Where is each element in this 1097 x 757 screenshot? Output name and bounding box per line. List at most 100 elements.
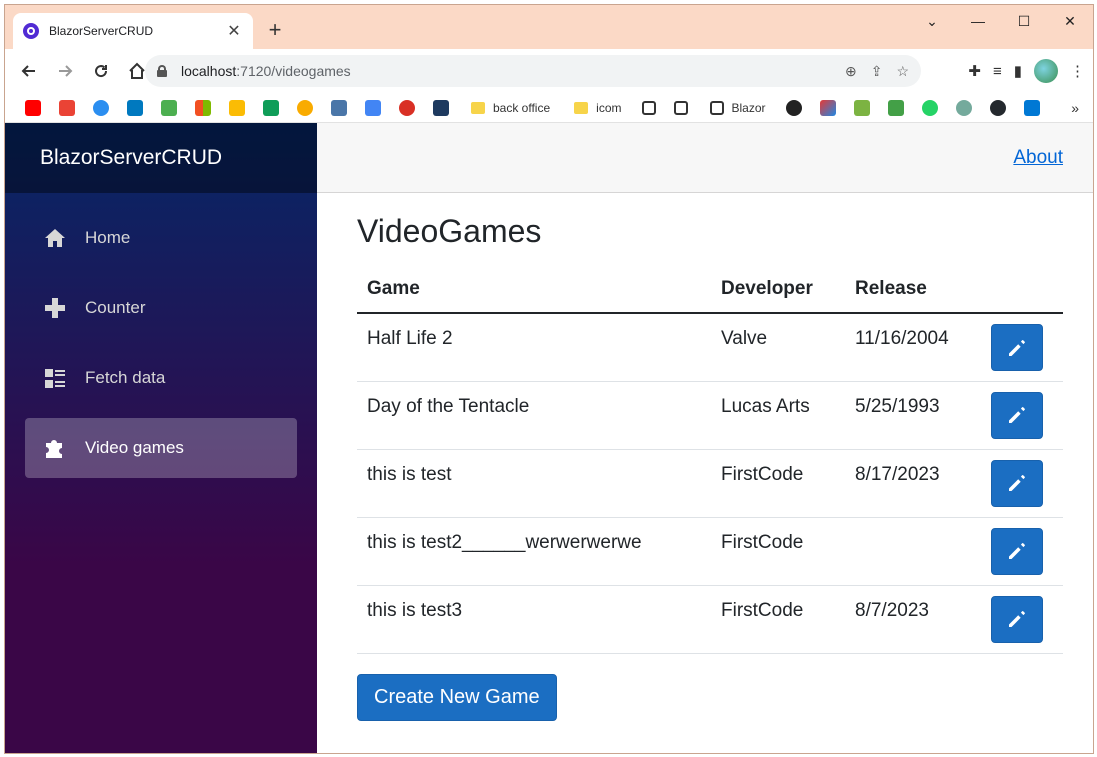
share-icon[interactable]: ⇪	[871, 63, 883, 80]
brand-title: BlazorServerCRUD	[40, 146, 223, 169]
whatsapp-icon[interactable]	[921, 99, 938, 116]
table-row: this is test3 FirstCode 8/7/2023	[357, 585, 1063, 654]
bookmark-red-icon[interactable]	[399, 99, 415, 116]
folder-icon	[471, 101, 485, 114]
bookmark-blue-icon[interactable]	[1023, 99, 1040, 116]
cell-actions	[971, 585, 1063, 654]
browser-tab[interactable]: BlazorServerCRUD ✕	[13, 13, 253, 49]
edit-button[interactable]	[991, 595, 1043, 643]
bookmark-image-icon[interactable]	[819, 99, 836, 116]
nav-item-label: Video games	[85, 438, 184, 457]
cell-developer: FirstCode	[711, 517, 845, 586]
translate-icon[interactable]	[365, 99, 381, 116]
bookmark-m-icon[interactable]	[641, 100, 656, 115]
cell-game: this is test	[357, 449, 711, 518]
omnibox-actions: ⊕ ⇪ ☆	[845, 63, 909, 80]
bookmarks-bar: back office icom Blazor »	[5, 93, 1093, 123]
close-window-button[interactable]: ✕	[1047, 5, 1093, 37]
edit-button[interactable]	[991, 391, 1043, 439]
tab-close-icon[interactable]: ✕	[225, 21, 243, 41]
navbar-brand[interactable]: BlazorServerCRUD	[5, 123, 317, 193]
nav-item-label: Home	[85, 228, 131, 247]
bookmark-blazor[interactable]: Blazor	[709, 100, 766, 115]
nav-item-home[interactable]: Home	[25, 208, 297, 268]
nav-item-fetch-data[interactable]: Fetch data	[25, 348, 297, 408]
bookmark-folder-back-office[interactable]: back office	[471, 101, 550, 115]
edit-button[interactable]	[991, 459, 1043, 507]
bookmark-green-icon[interactable]	[887, 99, 904, 116]
w3schools-icon[interactable]	[161, 99, 177, 116]
cell-release: 8/17/2023	[845, 449, 971, 518]
chatgpt-icon[interactable]	[955, 99, 972, 116]
url-host: localhost	[181, 63, 237, 79]
create-new-game-button[interactable]: Create New Game	[357, 673, 557, 721]
github-icon[interactable]	[989, 99, 1006, 116]
table-header-row: Game Developer Release	[357, 270, 1063, 314]
zoom-icon[interactable]: ⊕	[845, 63, 857, 80]
nav-item-video-games[interactable]: Video games	[25, 418, 297, 478]
puzzle-icon	[43, 436, 67, 460]
cell-game: this is test3	[357, 585, 711, 654]
table-row: this is test FirstCode 8/17/2023	[357, 449, 1063, 518]
more-bookmarks-icon[interactable]: »	[1071, 100, 1079, 116]
colab-icon[interactable]	[297, 99, 313, 116]
gmail-icon[interactable]	[59, 99, 75, 116]
pencil-icon	[1009, 611, 1025, 627]
column-header-actions	[971, 270, 1063, 314]
edit-button[interactable]	[991, 324, 1043, 371]
column-header-game: Game	[357, 270, 711, 314]
cell-developer: Lucas Arts	[711, 381, 845, 450]
bookmark-dark-icon[interactable]	[433, 99, 449, 116]
page-content: VideoGames Game Developer Release Half L…	[317, 193, 1093, 721]
cell-actions	[971, 517, 1063, 586]
menu-icon[interactable]: ⋮	[1070, 62, 1085, 80]
bookmark-folder-label: back office	[493, 100, 551, 115]
cell-game: Day of the Tentacle	[357, 381, 711, 450]
minimize-button[interactable]: —	[955, 5, 1001, 37]
address-bar[interactable]: localhost:7120/videogames ⊕ ⇪ ☆	[145, 55, 921, 87]
lock-icon	[157, 65, 167, 77]
pencil-icon	[1009, 407, 1025, 423]
pencil-icon	[1009, 339, 1025, 356]
google-drive-icon[interactable]	[229, 99, 245, 116]
profile-avatar[interactable]	[1034, 59, 1058, 83]
page-title: VideoGames	[357, 213, 542, 249]
media-icon[interactable]: ≡	[993, 63, 1002, 80]
bookmark-star-icon[interactable]: ☆	[896, 63, 909, 80]
side-panel-icon[interactable]: ▮	[1014, 62, 1022, 80]
maximize-button[interactable]: ☐	[1001, 5, 1047, 37]
trello-icon[interactable]	[127, 99, 143, 116]
cell-game: this is test2______werwerwerwe	[357, 517, 711, 586]
about-link[interactable]: About	[1013, 147, 1063, 169]
new-tab-button[interactable]: +	[263, 19, 287, 43]
table-row: Day of the Tentacle Lucas Arts 5/25/1993	[357, 381, 1063, 450]
bookmark-m-icon[interactable]	[673, 100, 688, 115]
back-button[interactable]	[13, 55, 45, 87]
forward-button[interactable]	[49, 55, 81, 87]
browser-window: BlazorServerCRUD ✕ + ⌄ — ☐ ✕ localhost:7…	[4, 4, 1094, 754]
column-header-developer: Developer	[711, 270, 845, 314]
vk-icon[interactable]	[331, 99, 347, 116]
nav-item-counter[interactable]: Counter	[25, 278, 297, 338]
main-content: About VideoGames Game Developer Release …	[317, 123, 1093, 753]
bookmark-label: Blazor	[731, 100, 766, 115]
toolbar-right: ✚ ≡ ▮ ⋮	[968, 55, 1085, 87]
plus-icon	[43, 296, 67, 320]
url-path: :7120/videogames	[236, 63, 351, 79]
reload-button[interactable]	[85, 55, 117, 87]
mail-at-icon[interactable]	[93, 99, 109, 116]
bookmark-m-icon	[709, 100, 724, 115]
pencil-icon	[1009, 475, 1025, 491]
cell-release: 8/7/2023	[845, 585, 971, 654]
globe-icon[interactable]	[785, 99, 802, 116]
nav-item-label: Fetch data	[85, 368, 166, 387]
google-sheets-icon[interactable]	[263, 99, 279, 116]
youtube-icon[interactable]	[25, 99, 41, 116]
edit-button[interactable]	[991, 527, 1043, 575]
download-icon[interactable]	[853, 99, 870, 116]
microsoft-icon[interactable]	[195, 99, 211, 116]
extensions-icon[interactable]: ✚	[968, 62, 981, 80]
tab-search-button[interactable]: ⌄	[909, 5, 955, 37]
bookmark-folder-icom[interactable]: icom	[574, 101, 622, 115]
cell-game: Half Life 2	[357, 313, 711, 382]
